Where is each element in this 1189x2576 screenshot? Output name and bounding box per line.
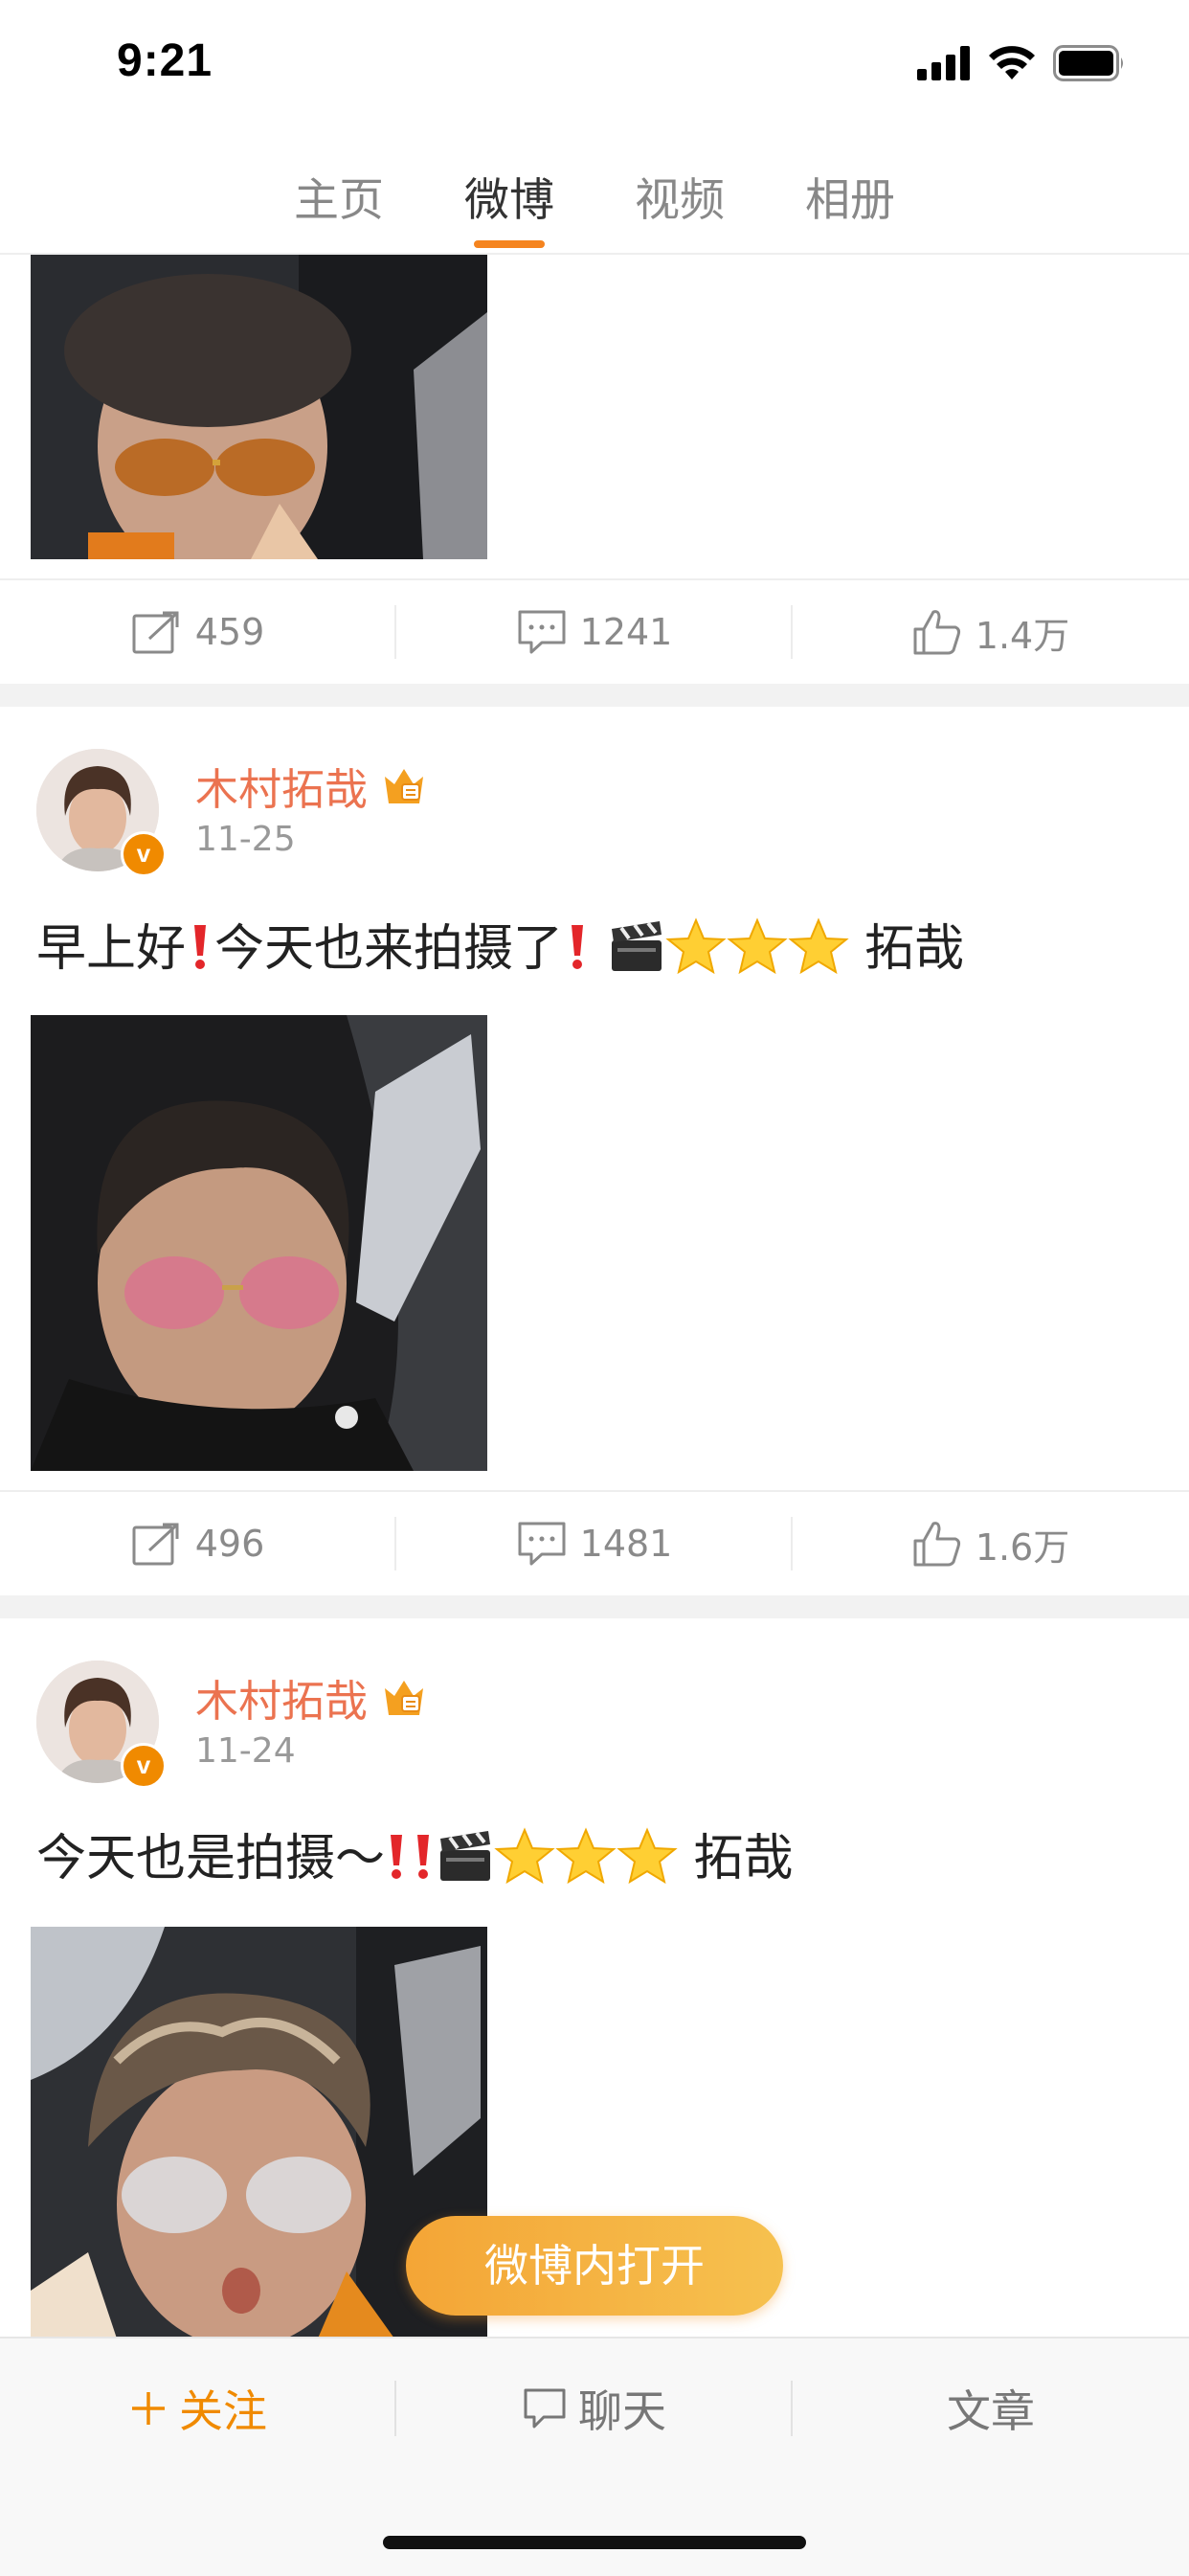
active-tab-indicator — [474, 240, 545, 248]
comment-button[interactable]: 1481 — [396, 1492, 793, 1595]
thumbs-up-icon — [913, 610, 960, 655]
chat-button[interactable]: 聊天 — [396, 2339, 793, 2478]
plus-icon — [132, 2392, 165, 2425]
tab-home[interactable]: 主页 — [254, 144, 424, 229]
repost-button[interactable]: 459 — [0, 580, 396, 684]
post-signature: 拓哉 — [693, 1830, 794, 1887]
tab-weibo[interactable]: 微博 — [424, 144, 594, 248]
wifi-icon — [989, 46, 1035, 79]
post-separator — [0, 684, 1189, 707]
double-exclamation-icon — [385, 1831, 437, 1893]
post-action-bar: 496 1481 1.6万 — [0, 1490, 1189, 1595]
post-signature: 拓哉 — [864, 920, 965, 978]
post-image[interactable] — [31, 255, 487, 559]
tab-album[interactable]: 相册 — [765, 144, 935, 229]
comment-icon — [518, 610, 566, 654]
author-name-label: 木村拓哉 — [195, 764, 369, 815]
thumbs-up-icon — [913, 1522, 960, 1567]
post-action-bar: 459 1241 1.4万 — [0, 578, 1189, 684]
comment-count: 1241 — [579, 611, 673, 653]
status-bar: 9:21 — [0, 0, 1189, 134]
post-header: v 木村拓哉 11-25 — [36, 749, 1166, 877]
comment-count: 1481 — [579, 1523, 673, 1565]
comment-icon — [518, 1522, 566, 1566]
comment-button[interactable]: 1241 — [396, 580, 793, 684]
like-button[interactable]: 1.4万 — [793, 580, 1189, 684]
like-count: 1.6万 — [975, 1525, 1070, 1569]
star-icon — [555, 1826, 617, 1897]
tab-home-label: 主页 — [294, 174, 384, 227]
like-button[interactable]: 1.6万 — [793, 1492, 1189, 1595]
status-icons — [917, 44, 1126, 82]
tab-album-label: 相册 — [805, 174, 895, 227]
post-text-part: 今天也是拍摄～ — [36, 1830, 386, 1887]
follow-button[interactable]: 关注 — [0, 2339, 396, 2478]
vip-crown-icon — [385, 768, 424, 803]
battery-icon — [1053, 45, 1123, 81]
repost-button[interactable]: 496 — [0, 1492, 396, 1595]
vip-crown-icon — [385, 1680, 424, 1715]
home-indicator[interactable] — [383, 2536, 806, 2549]
post-header: v 木村拓哉 11-24 — [36, 1661, 1166, 1789]
clapper-board-icon — [437, 1827, 494, 1897]
status-time: 9:21 — [117, 35, 213, 86]
post-text-part: 早上好 — [36, 920, 187, 978]
star-icon — [494, 1826, 555, 1897]
author-name[interactable]: 木村拓哉 — [195, 755, 427, 817]
star-icon — [664, 916, 727, 987]
repost-count: 496 — [194, 1523, 265, 1565]
star-icon — [617, 1826, 678, 1897]
repost-count: 459 — [194, 611, 265, 653]
star-icon — [787, 916, 849, 987]
verified-badge-icon: v — [121, 1743, 167, 1789]
tab-video[interactable]: 视频 — [594, 144, 765, 229]
chat-bubble-icon — [524, 2388, 566, 2429]
repost-icon — [132, 611, 179, 654]
post-text: 今天也是拍摄～ 拓哉 — [36, 1818, 1156, 1897]
verified-badge-icon: v — [121, 831, 167, 877]
star-icon — [726, 916, 788, 987]
exclamation-icon — [186, 921, 214, 983]
exclamation-icon — [563, 921, 592, 983]
author-name-label: 木村拓哉 — [195, 1676, 369, 1727]
chat-label: 聊天 — [578, 2385, 666, 2437]
repost-icon — [132, 1523, 179, 1566]
post-date: 11-24 — [195, 1731, 296, 1771]
open-in-app-button[interactable]: 微博内打开 — [406, 2216, 783, 2316]
author-name[interactable]: 木村拓哉 — [195, 1666, 427, 1729]
clapper-board-icon — [608, 917, 665, 987]
like-count: 1.4万 — [975, 614, 1070, 657]
post-image[interactable] — [31, 1015, 487, 1471]
post-separator — [0, 1595, 1189, 1618]
article-label: 文章 — [947, 2385, 1035, 2437]
profile-tabs: 主页 微博 视频 相册 — [0, 144, 1189, 255]
signal-icon — [917, 46, 970, 80]
tab-weibo-label: 微博 — [464, 174, 554, 227]
post-text-part: 今天也来拍摄了 — [214, 920, 564, 978]
post-date: 11-25 — [195, 820, 296, 859]
tab-video-label: 视频 — [635, 174, 725, 227]
post-text: 早上好 今天也来拍摄了 拓哉 — [36, 908, 1156, 987]
article-button[interactable]: 文章 — [793, 2339, 1189, 2478]
follow-label: 关注 — [179, 2385, 267, 2437]
